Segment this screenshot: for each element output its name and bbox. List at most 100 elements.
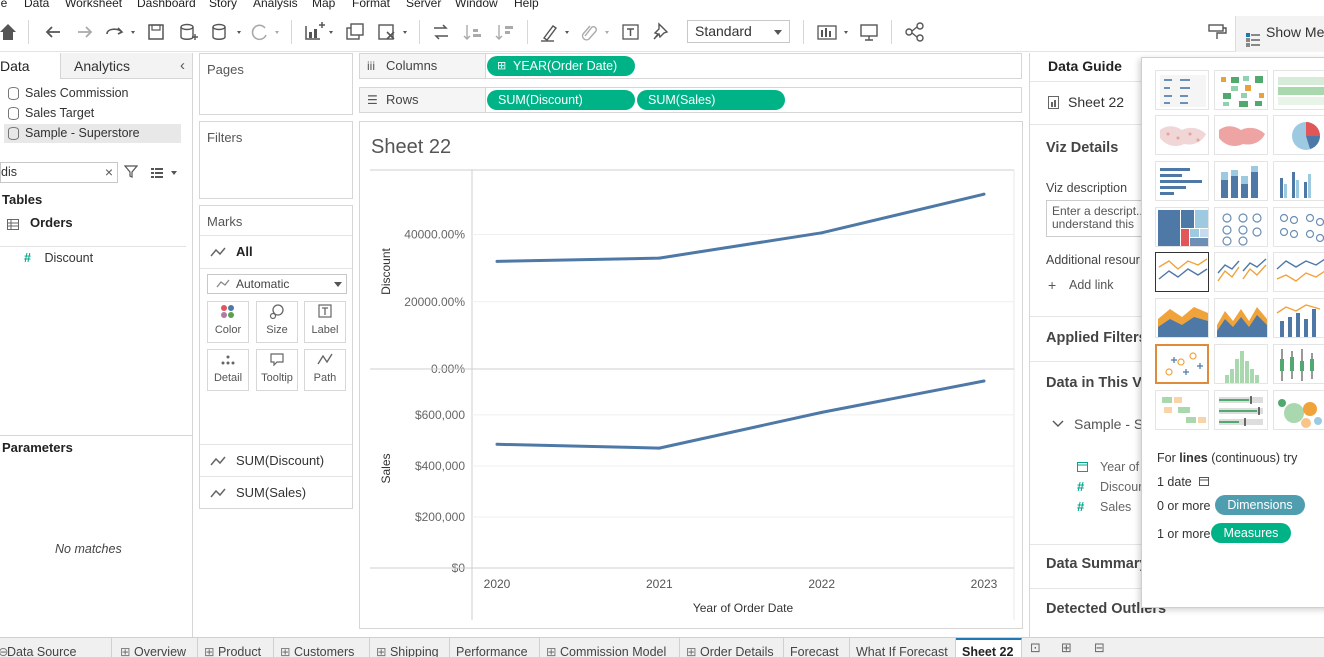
presentation-mode-icon[interactable] [858,20,880,44]
marks-field-discount[interactable]: SUM(Discount) [200,444,352,476]
pin-icon[interactable] [650,20,672,44]
area-continuous-thumbnail[interactable] [1155,298,1209,338]
field-search-input[interactable]: dis × [0,162,118,183]
heat-map-thumbnail[interactable] [1214,70,1268,110]
line-chart[interactable]: 0.00%20000.00%40000.00%Discount$0$200,00… [360,122,1024,630]
symbol-map-thumbnail[interactable] [1155,115,1209,155]
data-in-viz-header[interactable]: Data in This Vi [1046,375,1146,391]
scatter-plot-thumbnail[interactable] [1155,344,1209,384]
data-source-options-icon[interactable] [210,20,244,44]
bullet-graph-thumbnail[interactable] [1214,390,1268,430]
side-by-side-circles-thumbnail[interactable] [1273,207,1324,247]
pie-chart-thumbnail[interactable] [1273,115,1324,155]
dual-lines-thumbnail[interactable] [1273,252,1324,292]
format-painter-icon[interactable] [1206,20,1228,44]
swap-rows-columns-icon[interactable] [430,20,452,44]
menu-server[interactable]: Server [406,0,441,10]
horizontal-bars-thumbnail[interactable] [1155,161,1209,201]
size-button[interactable]: Size [256,301,298,343]
dual-combination-thumbnail[interactable] [1273,298,1324,338]
menu-help[interactable]: Help [514,0,539,10]
clear-search-icon[interactable]: × [105,163,113,182]
new-data-source-icon[interactable] [178,20,200,44]
circle-views-thumbnail[interactable] [1214,207,1268,247]
treemap-thumbnail[interactable] [1155,207,1209,247]
box-whisker-thumbnail[interactable] [1273,344,1324,384]
tab-commission-model[interactable]: ⊞ Commission Model [540,638,680,657]
applied-filters-header[interactable]: Applied Filters [1046,330,1147,346]
data-source-item[interactable]: Sales Target [4,104,181,123]
menu-analysis[interactable]: Analysis [253,0,298,10]
columns-shelf[interactable]: iii Columns ⊞ YEAR(Order Date) [359,53,1022,79]
pill-sum-discount[interactable]: SUM(Discount) [487,90,635,110]
path-button[interactable]: Path [304,349,346,391]
duplicate-sheet-icon[interactable] [344,20,366,44]
tab-order-details[interactable]: ⊞ Order Details [680,638,784,657]
add-link-icon[interactable]: + [1048,277,1056,293]
tab-data-source[interactable]: ⊖ Data Source [0,638,112,657]
chevron-down-icon[interactable] [1052,417,1064,431]
side-by-side-bars-thumbnail[interactable] [1273,161,1324,201]
continuous-lines-thumbnail[interactable] [1155,252,1209,292]
tab-data[interactable]: Data [0,53,60,79]
filter-icon[interactable] [123,164,139,181]
highlight-icon[interactable] [538,20,572,44]
tab-sheet-22[interactable]: Sheet 22 [956,638,1022,657]
gantt-thumbnail[interactable] [1155,390,1209,430]
view-list-icon[interactable] [151,166,179,181]
undo-icon[interactable] [42,20,64,44]
show-cards-icon[interactable] [816,20,852,44]
collapse-pane-icon[interactable]: ‹ [180,53,185,79]
redo-dropdown-icon[interactable] [104,20,138,44]
new-dashboard-tab-icon[interactable]: ⊞ [1061,640,1072,656]
menu-dashboard[interactable]: Dashboard [137,0,196,10]
discrete-lines-thumbnail[interactable] [1214,252,1268,292]
menu-format[interactable]: Format [352,0,390,10]
new-worksheet-icon[interactable] [302,20,336,44]
marks-all-row[interactable]: All [200,235,352,269]
data-summary-header[interactable]: Data Summary [1046,556,1148,572]
home-icon[interactable] [0,20,16,44]
tab-customers[interactable]: ⊞ Customers [274,638,370,657]
highlight-table-thumbnail[interactable] [1273,70,1324,110]
color-button[interactable]: Color [207,301,249,343]
label-button[interactable]: Label [304,301,346,343]
data-source-name[interactable]: Sample - S [1074,416,1143,432]
tab-shipping[interactable]: ⊞ Shipping [370,638,450,657]
show-mark-labels-icon[interactable] [620,20,642,44]
tab-what-if-forecast[interactable]: What If Forecast [850,638,956,657]
viz-details-header[interactable]: Viz Details [1046,140,1118,156]
stacked-bars-thumbnail[interactable] [1214,161,1268,201]
field-discount[interactable]: # Discount [24,251,93,265]
refresh-icon[interactable] [248,20,282,44]
filled-map-thumbnail[interactable] [1214,115,1268,155]
data-source-item[interactable]: Sales Commission [4,84,181,103]
add-link[interactable]: Add link [1069,278,1113,292]
rows-shelf[interactable]: ☰ Rows SUM(Discount) SUM(Sales) [359,87,1022,113]
detail-button[interactable]: Detail [207,349,249,391]
data-source-item-selected[interactable]: Sample - Superstore [4,124,181,143]
filters-card[interactable]: Filters [199,121,353,199]
tooltip-button[interactable]: Tooltip [256,349,298,391]
sort-ascending-icon[interactable] [462,20,484,44]
new-story-tab-icon[interactable]: ⊟ [1094,640,1105,656]
marks-field-sales[interactable]: SUM(Sales) [200,476,352,508]
tab-forecast[interactable]: Forecast [784,638,850,657]
text-table-thumbnail[interactable] [1155,70,1209,110]
menu-file[interactable]: le [0,0,7,10]
pill-year-order-date[interactable]: ⊞ YEAR(Order Date) [487,56,635,76]
tab-performance[interactable]: Performance [450,638,540,657]
tab-product[interactable]: ⊞ Product [198,638,274,657]
share-icon[interactable] [904,20,926,44]
clear-sheet-icon[interactable] [376,20,410,44]
packed-bubbles-thumbnail[interactable] [1273,390,1324,430]
fit-dropdown[interactable]: Standard [687,20,790,43]
redo-icon[interactable] [74,20,96,44]
tab-analytics[interactable]: Analytics ‹ [60,53,192,79]
viz-description-field[interactable]: Enter a descript... understand this [1046,200,1156,237]
mark-type-dropdown[interactable]: Automatic [207,274,347,294]
tab-overview[interactable]: ⊞ Overview [114,638,198,657]
menu-story[interactable]: Story [209,0,237,10]
menu-worksheet[interactable]: Worksheet [65,0,122,10]
show-me-button[interactable]: Show Me [1235,16,1324,52]
